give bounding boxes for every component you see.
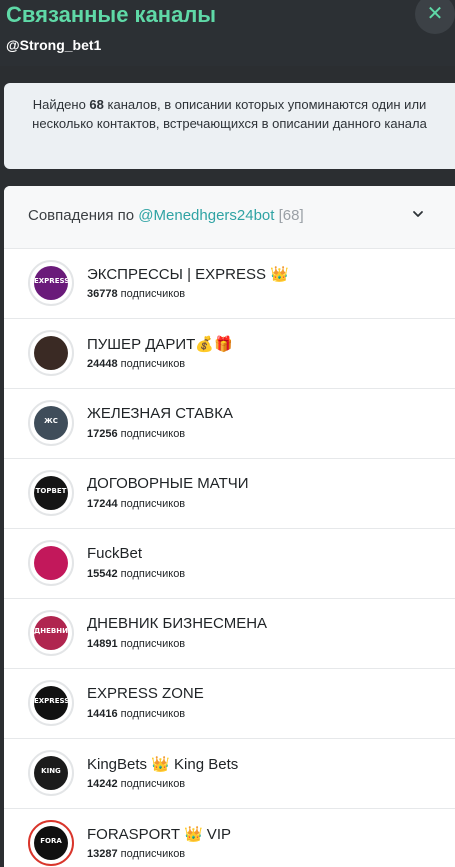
subscriber-suffix: подписчиков <box>117 288 186 300</box>
channel-row[interactable]: EXPRESS EXPRESS ZONE 14416 подписчиков <box>4 669 455 739</box>
subscriber-suffix: подписчиков <box>117 638 186 650</box>
channel-avatar <box>34 546 68 580</box>
channel-name[interactable]: FORASPORT 👑 VIP <box>87 825 231 843</box>
avatar-logo-text: ЖС <box>44 417 58 425</box>
modal-title: Связанные каналы <box>6 2 217 27</box>
close-button[interactable]: ✕ <box>415 0 455 34</box>
channel-row[interactable]: FuckBet 15542 подписчиков <box>4 529 455 599</box>
avatar-ring: ДНЕВНИК <box>28 610 74 656</box>
subscriber-number: 14891 <box>87 638 118 650</box>
channel-avatar: KING <box>34 756 68 790</box>
channel-name[interactable]: KingBets 👑 King Bets <box>87 755 238 773</box>
channel-handle: @Strong_bet1 <box>6 37 102 53</box>
subscriber-suffix: подписчиков <box>117 848 186 860</box>
channel-name[interactable]: ЭКСПРЕССЫ | EXPRESS 👑 <box>87 265 289 283</box>
channel-avatar: FORA <box>34 826 68 860</box>
subscriber-suffix: подписчиков <box>117 358 186 370</box>
subscriber-number: 36778 <box>87 288 118 300</box>
match-contact-link[interactable]: @Menedhgers24bot <box>138 207 274 224</box>
channel-row[interactable]: ПУШЕР ДАРИТ💰🎁 24448 подписчиков <box>4 319 455 389</box>
channel-row[interactable]: ДНЕВНИК ДНЕВНИК БИЗНЕСМЕНА 14891 подписчик… <box>4 599 455 669</box>
match-group-label: Совпадения по @Menedhgers24bot [68] <box>28 207 304 224</box>
subscriber-count: 24448 подписчиков <box>87 358 185 370</box>
avatar-ring: EXPRESS <box>28 260 74 306</box>
avatar-logo-text: EXPRESS <box>34 277 68 285</box>
match-label: Совпадения по <box>28 207 139 224</box>
channel-avatar: ЖС <box>34 406 68 440</box>
subscriber-number: 13287 <box>87 848 118 860</box>
chevron-down-icon[interactable] <box>410 206 426 222</box>
channel-name[interactable]: ПУШЕР ДАРИТ💰🎁 <box>87 335 233 353</box>
subscriber-count: 13287 подписчиков <box>87 848 185 860</box>
subscriber-number: 17256 <box>87 428 118 440</box>
avatar-ring: FORA <box>28 820 74 866</box>
channel-row[interactable]: KING KingBets 👑 King Bets 14242 подписчико… <box>4 739 455 809</box>
subscriber-number: 14242 <box>87 778 118 790</box>
avatar-ring: KING <box>28 750 74 796</box>
subscriber-number: 14416 <box>87 708 118 720</box>
channel-name[interactable]: EXPRESS ZONE <box>87 685 204 702</box>
channel-row[interactable]: EXPRESS ЭКСПРЕССЫ | EXPRESS 👑 36778 подпис… <box>4 249 455 319</box>
avatar-ring: ЖС <box>28 400 74 446</box>
channel-avatar: EXPRESS <box>34 686 68 720</box>
avatar-logo-text: KING <box>41 767 61 775</box>
subscriber-count: 36778 подписчиков <box>87 288 185 300</box>
avatar-ring: TOPBET <box>28 470 74 516</box>
avatar-logo-text: EXPRESS <box>34 697 68 705</box>
subscriber-count: 14242 подписчиков <box>87 778 185 790</box>
avatar-logo-text: TOPBET <box>35 487 67 495</box>
subscriber-suffix: подписчиков <box>117 568 186 580</box>
channel-avatar: TOPBET <box>34 476 68 510</box>
subscriber-number: 24448 <box>87 358 118 370</box>
match-group-header[interactable]: Совпадения по @Menedhgers24bot [68] <box>4 186 455 249</box>
channel-avatar <box>34 336 68 370</box>
subscriber-suffix: подписчиков <box>117 778 186 790</box>
avatar-logo-text: FORA <box>40 837 62 845</box>
subscriber-count: 15542 подписчиков <box>87 568 185 580</box>
matches-panel: Совпадения по @Menedhgers24bot [68] EXPR… <box>4 186 455 867</box>
subscriber-count: 17244 подписчиков <box>87 498 185 510</box>
channel-row[interactable]: FORA FORASPORT 👑 VIP 13287 подписчиков <box>4 809 455 867</box>
channel-name[interactable]: ДНЕВНИК БИЗНЕСМЕНА <box>87 615 267 632</box>
avatar-ring <box>28 330 74 376</box>
notice-count: 68 <box>89 97 104 112</box>
subscriber-suffix: подписчиков <box>117 428 186 440</box>
subscriber-count: 14891 подписчиков <box>87 638 185 650</box>
close-icon: ✕ <box>426 3 444 25</box>
subscriber-count: 14416 подписчиков <box>87 708 185 720</box>
notice-prefix: Найдено <box>32 97 90 112</box>
subscriber-suffix: подписчиков <box>117 708 186 720</box>
subscriber-suffix: подписчиков <box>117 498 186 510</box>
subscriber-number: 17244 <box>87 498 118 510</box>
subscriber-number: 15542 <box>87 568 118 580</box>
avatar-ring: EXPRESS <box>28 680 74 726</box>
channel-row[interactable]: TOPBET ДОГОВОРНЫЕ МАТЧИ 17244 подписчиков <box>4 459 455 529</box>
subscriber-count: 17256 подписчиков <box>87 428 185 440</box>
channel-avatar: ДНЕВНИК <box>34 616 68 650</box>
modal-header: Связанные каналы @Strong_bet1 ✕ <box>0 0 455 66</box>
channel-list: EXPRESS ЭКСПРЕССЫ | EXPRESS 👑 36778 подпис… <box>4 249 455 867</box>
results-notice: Найдено 68 каналов, в описании которых у… <box>4 83 455 169</box>
match-count: [68] <box>278 207 304 224</box>
channel-row[interactable]: ЖС ЖЕЛЕЗНАЯ СТАВКА 17256 подписчиков <box>4 389 455 459</box>
avatar-ring <box>28 540 74 586</box>
avatar-logo-text: ДНЕВНИК <box>34 627 68 635</box>
channel-name[interactable]: ДОГОВОРНЫЕ МАТЧИ <box>87 475 249 492</box>
channel-name[interactable]: FuckBet <box>87 545 142 562</box>
channel-avatar: EXPRESS <box>34 266 68 300</box>
channel-name[interactable]: ЖЕЛЕЗНАЯ СТАВКА <box>87 405 233 422</box>
